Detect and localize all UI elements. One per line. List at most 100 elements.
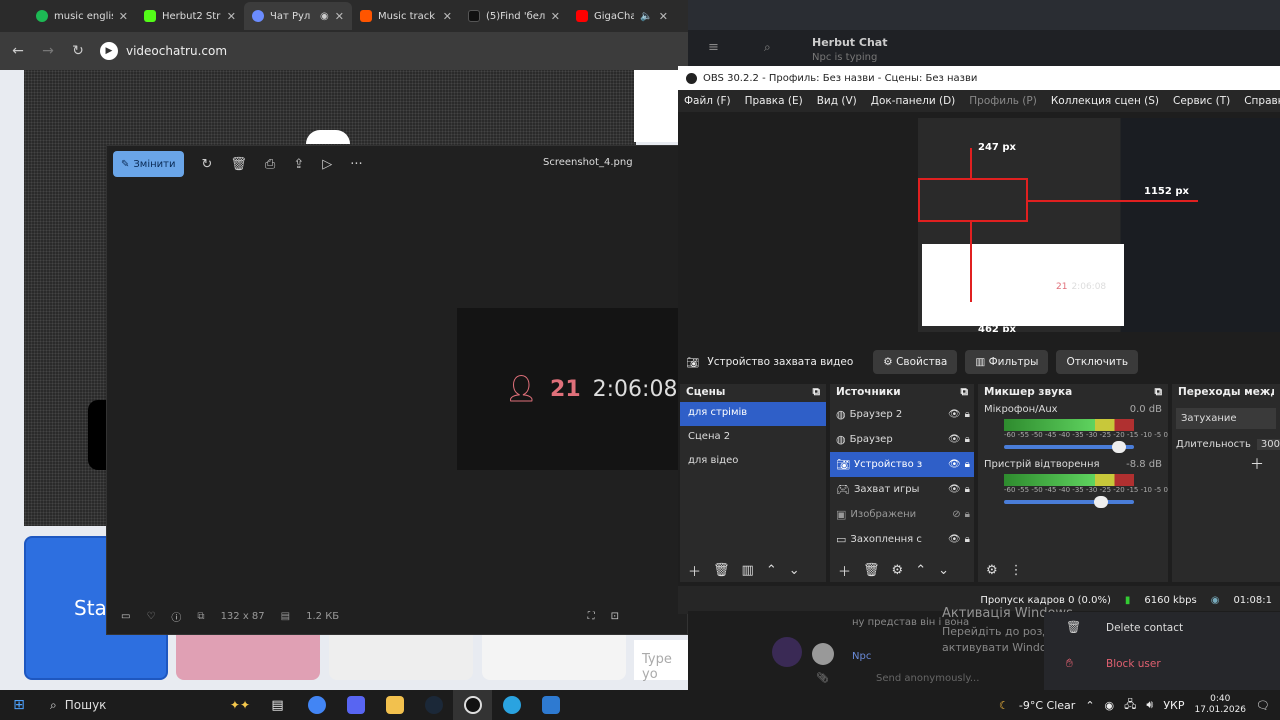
search-icon[interactable]: ⌕ xyxy=(764,40,771,55)
delete-icon[interactable]: 🗑 xyxy=(230,157,247,172)
source-item[interactable]: 🎮︎ Захват игры 👁︎ 🔒︎ xyxy=(830,477,974,502)
print-icon[interactable]: ⎙ xyxy=(265,157,275,172)
source-item[interactable]: ▭ Захоплення с 👁︎ 🔒︎ xyxy=(830,527,974,552)
eye-icon[interactable]: 👁︎ xyxy=(948,434,961,445)
filter-icon[interactable]: ▥ xyxy=(742,563,754,578)
clock[interactable]: 0:40 17.01.2026 xyxy=(1195,694,1247,716)
undock-icon[interactable]: ⧉ xyxy=(961,386,969,400)
weather-text[interactable]: -9°C Clear xyxy=(1019,699,1075,712)
browser-tab[interactable]: Herbut2 Str ✕ xyxy=(136,2,244,30)
volume-slider[interactable] xyxy=(1004,441,1134,453)
more-icon[interactable]: ⋮ xyxy=(1010,563,1023,578)
browser-tab[interactable]: Music track ✕ xyxy=(352,2,460,30)
move-down-icon[interactable]: ⌄ xyxy=(789,563,800,578)
lock-icon[interactable]: 🔒︎ xyxy=(965,484,970,495)
obs-taskbar-icon[interactable] xyxy=(453,690,492,720)
slider-knob[interactable] xyxy=(1094,496,1108,508)
add-icon[interactable]: ＋ xyxy=(838,561,851,580)
source-item[interactable]: ◍ Браузер 👁︎ 🔒︎ xyxy=(830,427,974,452)
close-tab-icon[interactable]: ✕ xyxy=(551,10,560,23)
chrome-icon[interactable] xyxy=(297,690,336,720)
network-icon[interactable]: 🖧︎ xyxy=(1124,696,1136,715)
lock-icon[interactable]: 🔒︎ xyxy=(965,509,970,520)
windows-start-icon[interactable]: ⊞ xyxy=(0,697,38,713)
info-icon[interactable]: ⓘ xyxy=(171,609,181,624)
eye-icon[interactable]: 👁︎ xyxy=(948,459,961,470)
menu-docks[interactable]: Док-панели (D) xyxy=(871,95,956,107)
trash-icon[interactable]: 🗑 xyxy=(713,563,730,578)
share-icon[interactable]: ⇪ xyxy=(293,157,304,172)
eye-icon[interactable]: 👁︎ xyxy=(948,484,961,495)
discord-icon[interactable] xyxy=(336,690,375,720)
menu-view[interactable]: Вид (V) xyxy=(817,95,857,107)
browser-tab[interactable]: GigaCha 🔈 ✕ xyxy=(568,2,676,30)
gear-icon[interactable]: ⚙ xyxy=(892,563,904,578)
add-icon[interactable]: ＋ xyxy=(688,561,701,580)
source-item[interactable]: ◍ Браузер 2 👁︎ 🔒︎ xyxy=(830,402,974,427)
slider-knob[interactable] xyxy=(1112,441,1126,453)
close-tab-icon[interactable]: ✕ xyxy=(659,10,668,23)
trash-icon[interactable]: 🗑 xyxy=(863,563,880,578)
source-bounding-box[interactable] xyxy=(918,178,1028,222)
block-user-item[interactable]: Block user xyxy=(1106,658,1161,670)
filters-button[interactable]: ▥ Фильтры xyxy=(965,350,1049,374)
menu-file[interactable]: Файл (F) xyxy=(684,95,731,107)
source-item[interactable]: 📷︎ Устройство з 👁︎ 🔒︎ xyxy=(830,452,974,477)
duration-input[interactable]: 300 r xyxy=(1256,439,1280,450)
rotate-icon[interactable]: ↻ xyxy=(202,157,213,172)
site-info-icon[interactable]: ▶ xyxy=(100,42,118,60)
back-icon[interactable]: ← xyxy=(10,43,26,59)
steam-icon[interactable] xyxy=(414,690,453,720)
slideshow-icon[interactable]: ▷ xyxy=(322,157,332,172)
move-up-icon[interactable]: ⌃ xyxy=(915,563,926,578)
chat-message-input[interactable]: Send anonymously... xyxy=(876,673,979,684)
transition-select[interactable]: Затухание xyxy=(1176,408,1276,429)
close-tab-icon[interactable]: ✕ xyxy=(443,10,452,23)
chat-input[interactable]: Type yo xyxy=(634,640,688,682)
eye-icon[interactable]: 👁︎ xyxy=(948,409,961,420)
browser-tab[interactable]: music englis ✕ xyxy=(28,2,136,30)
scene-item[interactable]: для стрімів xyxy=(680,402,826,426)
file-explorer-icon[interactable] xyxy=(375,690,414,720)
scene-item[interactable]: Сцена 2 xyxy=(680,426,826,450)
lock-icon[interactable]: 🔒︎ xyxy=(965,409,970,420)
scene-item[interactable]: для відео xyxy=(680,450,826,474)
chevron-up-icon[interactable]: ⌃ xyxy=(1085,699,1094,712)
edit-button[interactable]: ✎ Змінити xyxy=(113,151,184,177)
source-item[interactable]: ▣ Изображени ⊘ 🔒︎ xyxy=(830,502,974,527)
volume-slider[interactable] xyxy=(1004,496,1134,508)
task-view-icon[interactable]: ▤ xyxy=(258,690,297,720)
filmstrip-icon[interactable]: ▭ xyxy=(121,611,130,622)
advanced-audio-icon[interactable]: ⚙ xyxy=(986,563,998,578)
volume-icon[interactable]: 🔊︎ xyxy=(1146,698,1153,712)
menu-icon[interactable]: ≡ xyxy=(708,40,719,55)
move-up-icon[interactable]: ⌃ xyxy=(766,563,777,578)
forward-icon[interactable]: → xyxy=(40,43,56,59)
close-tab-icon[interactable]: ✕ xyxy=(227,10,236,23)
properties-button[interactable]: ⚙ Свойства xyxy=(873,350,958,374)
browser-tab-active[interactable]: Чат Рул ◉ ✕ xyxy=(244,2,352,30)
steam-tray-icon[interactable]: ◉ xyxy=(1105,699,1115,712)
attach-icon[interactable]: 📎︎ xyxy=(816,673,829,684)
close-tab-icon[interactable]: ✕ xyxy=(335,10,344,23)
menu-edit[interactable]: Правка (E) xyxy=(745,95,803,107)
favorite-icon[interactable]: ♡ xyxy=(146,611,155,622)
menu-scene-collection[interactable]: Коллекция сцен (S) xyxy=(1051,95,1159,107)
obs-preview[interactable]: 247 px 1152 px 462 px 21 2:06:08 xyxy=(918,118,1280,332)
more-icon[interactable]: ··· xyxy=(350,157,362,172)
delete-contact-item[interactable]: Delete contact xyxy=(1106,622,1183,634)
disable-button[interactable]: Отключить xyxy=(1056,350,1139,374)
language-indicator[interactable]: УКР xyxy=(1163,699,1184,712)
photos-icon[interactable] xyxy=(531,690,570,720)
actual-size-icon[interactable]: ⊡ xyxy=(611,611,619,622)
lock-icon[interactable]: 🔒︎ xyxy=(965,434,970,445)
menu-profile[interactable]: Профиль (P) xyxy=(969,95,1037,107)
move-down-icon[interactable]: ⌄ xyxy=(938,563,949,578)
browser-tab[interactable]: (5)Find 'бел ✕ xyxy=(460,2,568,30)
fit-icon[interactable]: ⛶ xyxy=(588,611,595,622)
add-transition-icon[interactable]: ＋ xyxy=(1172,454,1280,474)
menu-help[interactable]: Справка (H) xyxy=(1244,95,1280,107)
menu-tools[interactable]: Сервис (T) xyxy=(1173,95,1230,107)
lock-icon[interactable]: 🔒︎ xyxy=(965,534,970,545)
close-tab-icon[interactable]: ✕ xyxy=(119,10,128,23)
